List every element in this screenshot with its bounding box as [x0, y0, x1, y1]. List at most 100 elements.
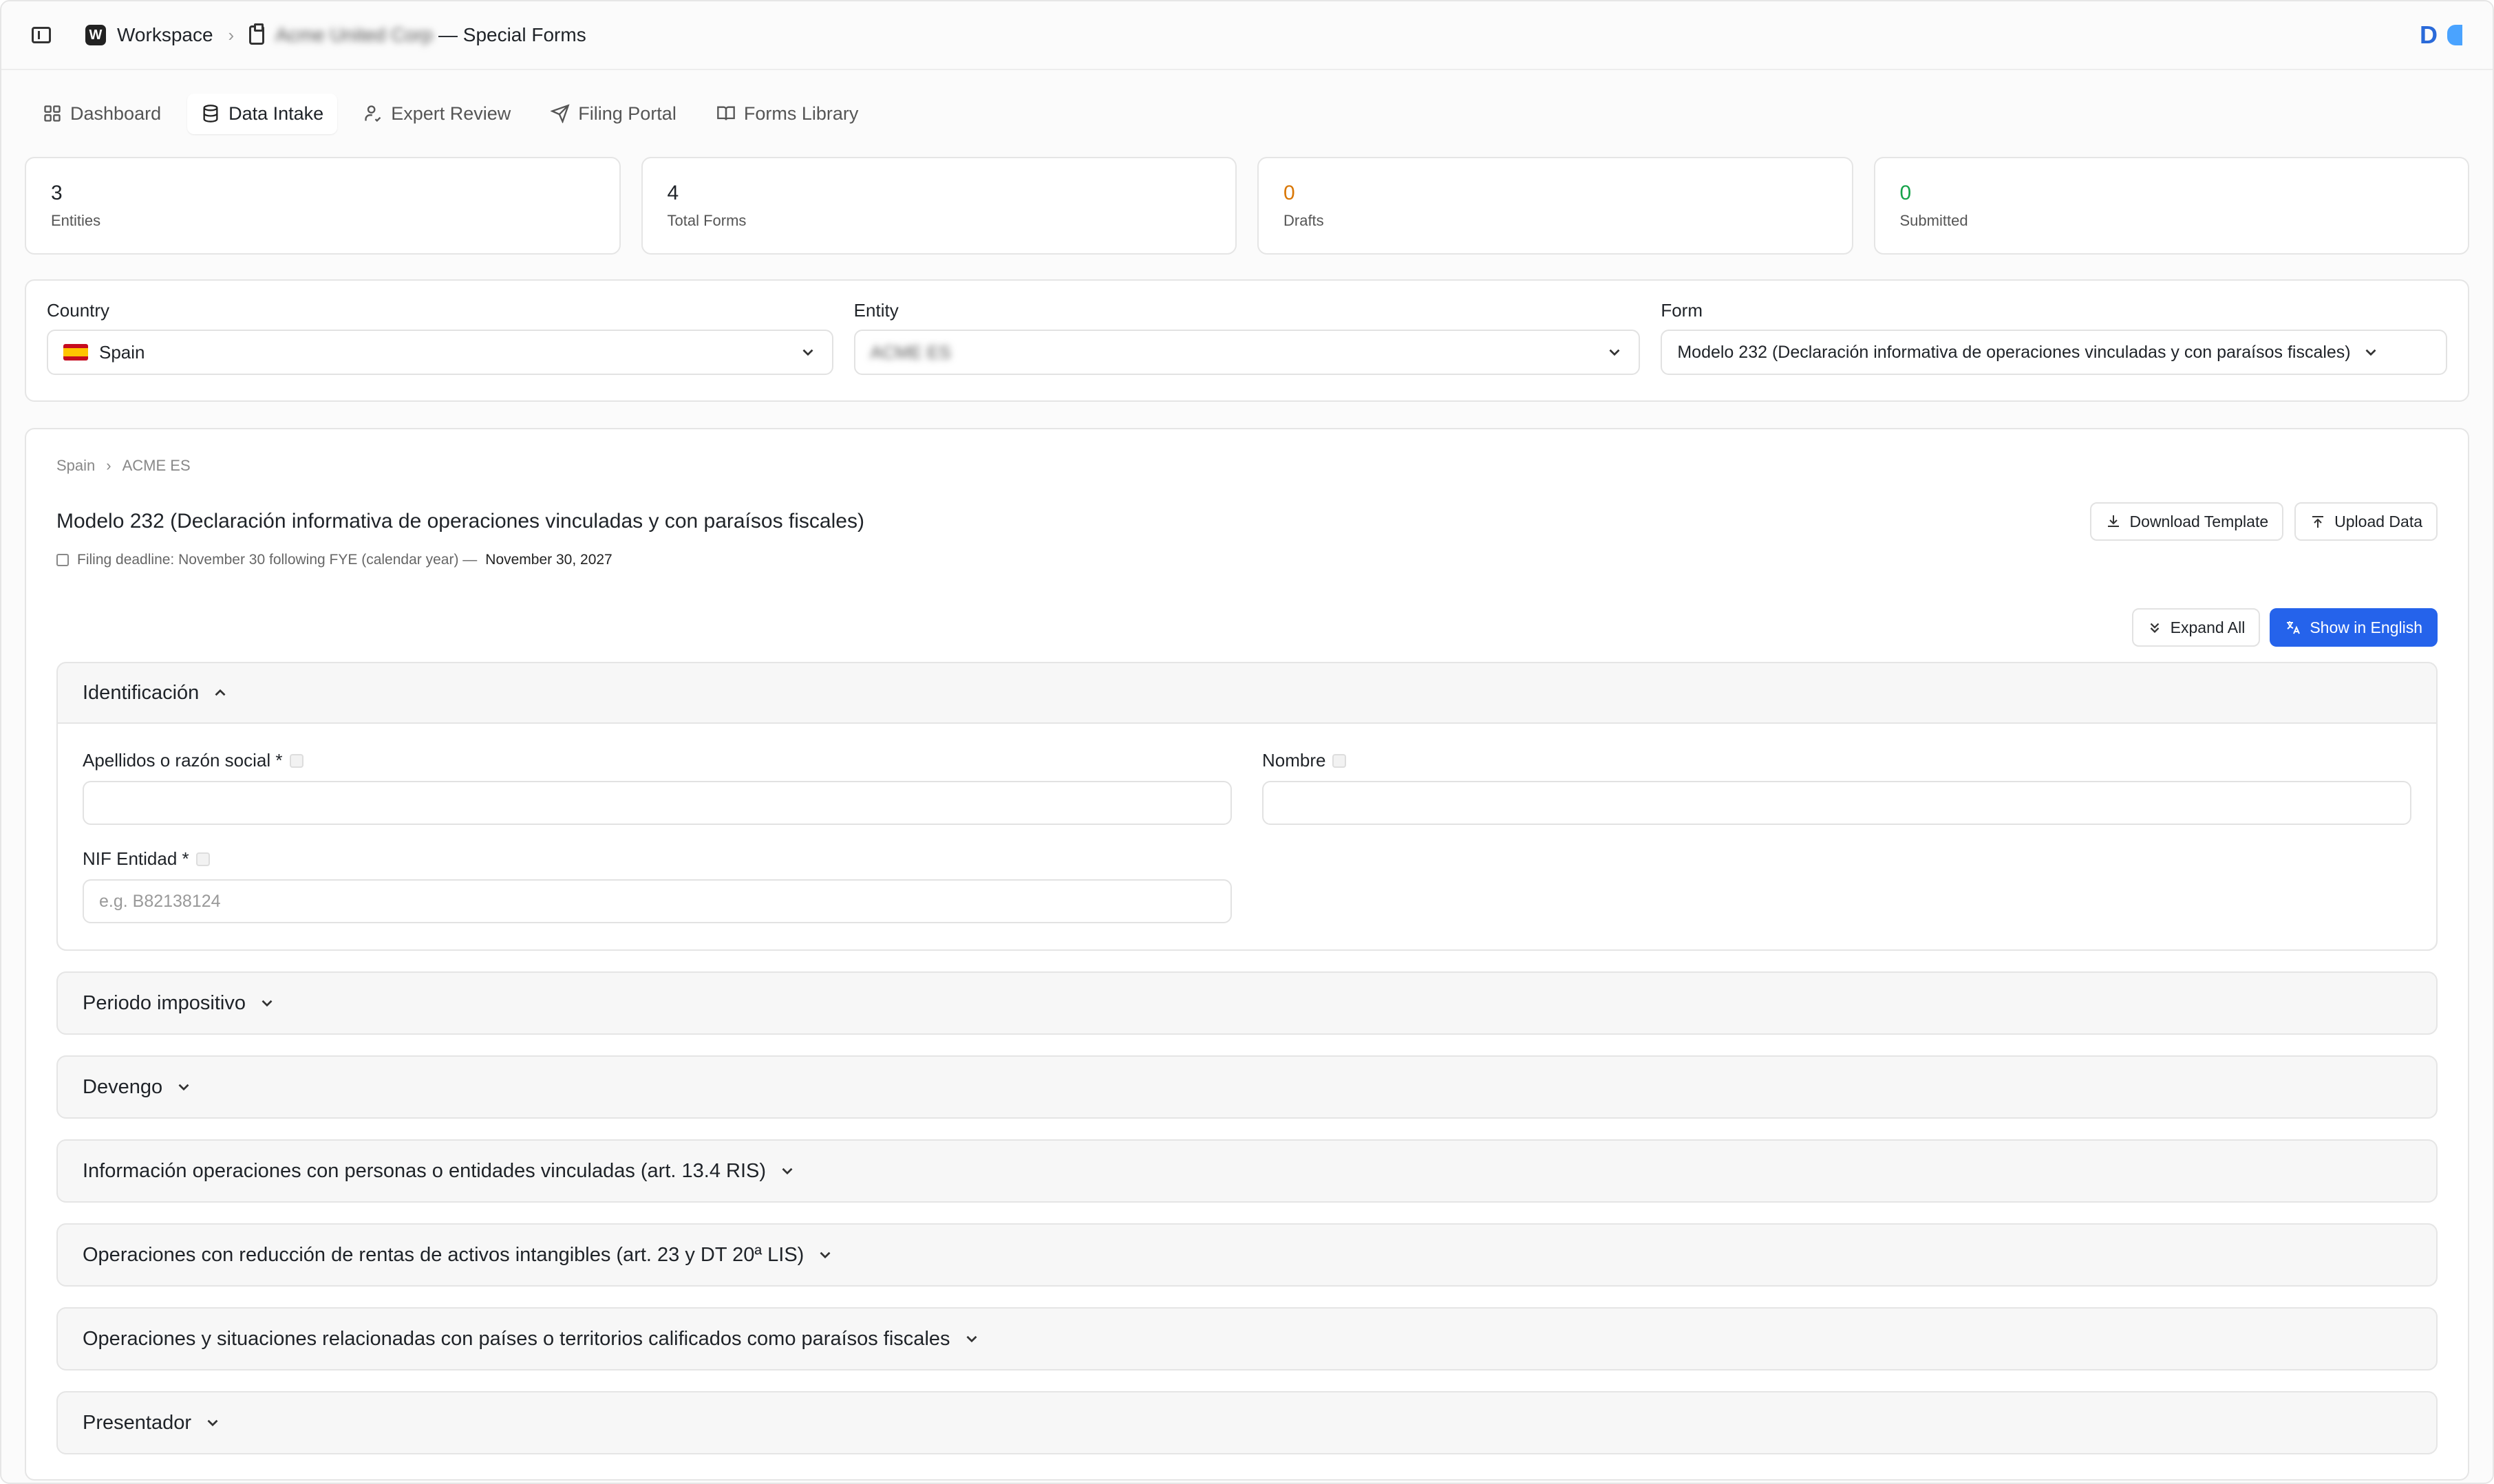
chevrons-down-icon — [2150, 623, 2159, 634]
avatar[interactable] — [2447, 25, 2462, 45]
chevron-down-icon — [2365, 349, 2376, 356]
section-activos-intangibles[interactable]: Operaciones con reducción de rentas de a… — [56, 1223, 2438, 1287]
info-checkbox-icon[interactable] — [1332, 753, 1347, 768]
tab-expert-review[interactable]: Expert Review — [350, 94, 524, 134]
empty-column — [1262, 848, 2411, 923]
stat-value: 4 — [667, 182, 679, 204]
stat-value: 3 — [51, 182, 63, 204]
tab-data-intake[interactable]: Data Intake — [187, 93, 338, 134]
spain-flag-icon — [63, 344, 88, 361]
chevron-up-icon — [215, 689, 226, 696]
download-template-button[interactable]: Download Template — [2089, 502, 2284, 541]
nombre-field: Nombre — [1262, 750, 2411, 825]
section-header[interactable]: Operaciones con reducción de rentas de a… — [58, 1225, 2436, 1285]
tab-label: Forms Library — [743, 103, 859, 124]
form-label: Form — [1661, 300, 1703, 321]
upload-label: Upload Data — [2334, 512, 2422, 530]
chevron-down-icon — [1609, 349, 1620, 356]
nombre-label: Nombre — [1262, 750, 1326, 771]
country-select[interactable]: Spain — [47, 330, 833, 375]
section-header[interactable]: Operaciones y situaciones relacionadas c… — [58, 1309, 2436, 1369]
chevron-down-icon — [802, 349, 813, 356]
entity-label: Entity — [853, 300, 899, 321]
section-title: Presentador — [83, 1411, 191, 1434]
translate-label: Show in English — [2310, 618, 2422, 636]
form-breadcrumb: Spain › ACME ES — [56, 457, 2438, 475]
entity-value: ACME ES — [870, 341, 951, 363]
nif-input[interactable]: e.g. B82138124 — [83, 879, 1232, 923]
info-checkbox-icon[interactable] — [289, 753, 303, 768]
section-header[interactable]: Devengo — [58, 1057, 2436, 1117]
stat-value: 0 — [1283, 182, 1295, 204]
dashboard-icon — [44, 105, 61, 122]
section-title: Devengo — [83, 1075, 163, 1098]
breadcrumb-entity[interactable]: ACME ES — [122, 457, 191, 475]
section-body: Apellidos o razón social * Nombre NIF En… — [58, 724, 2436, 949]
nif-label: NIF Entidad * — [83, 848, 189, 869]
chevron-down-icon — [178, 1084, 189, 1091]
form-card: Spain › ACME ES Modelo 232 (Declaración … — [25, 428, 2469, 1481]
show-in-english-button[interactable]: Show in English — [2270, 608, 2438, 647]
stat-value: 0 — [1899, 182, 1912, 204]
entity-select[interactable]: ACME ES — [853, 330, 1641, 375]
translate-icon — [2287, 621, 2301, 634]
workspace-link[interactable]: Workspace — [117, 24, 213, 46]
user-initial[interactable]: D — [2420, 21, 2438, 50]
deadline-date: November 30, 2027 — [485, 552, 612, 568]
chevron-right-icon: › — [228, 24, 235, 45]
section-title: Identificación — [83, 681, 200, 704]
fields-row: NIF Entidad * e.g. B82138124 — [83, 848, 2411, 923]
tab-filing-portal[interactable]: Filing Portal — [537, 94, 690, 134]
section-title: Información operaciones con personas o e… — [83, 1159, 767, 1182]
chevron-down-icon — [207, 1419, 218, 1427]
stat-drafts: 0 Drafts — [1257, 157, 1853, 255]
breadcrumb: W Workspace › Acme United Corp — Special… — [32, 23, 586, 46]
section-identificacion: Identificación Apellidos o razón social … — [56, 662, 2438, 951]
apellidos-input[interactable] — [83, 781, 1232, 825]
stat-label: Total Forms — [667, 212, 747, 229]
calendar-icon — [56, 554, 69, 566]
chevron-down-icon — [820, 1251, 831, 1259]
section-periodo-impositivo[interactable]: Periodo impositivo — [56, 971, 2438, 1035]
chevron-down-icon — [782, 1168, 793, 1175]
expand-all-button[interactable]: Expand All — [2131, 608, 2261, 647]
title-actions: Download Template Upload Data — [2089, 502, 2438, 541]
tab-label: Filing Portal — [578, 103, 676, 124]
country-value: Spain — [99, 341, 145, 363]
chevron-down-icon — [966, 1335, 977, 1343]
section-devengo[interactable]: Devengo — [56, 1055, 2438, 1119]
stat-submitted: 0 Submitted — [1873, 157, 2469, 255]
info-checkbox-icon[interactable] — [195, 852, 210, 866]
breadcrumb-country[interactable]: Spain — [56, 457, 95, 475]
nif-field: NIF Entidad * e.g. B82138124 — [83, 848, 1232, 923]
top-right-area: D — [2420, 21, 2462, 50]
tab-forms-library[interactable]: Forms Library — [703, 94, 873, 134]
client-name[interactable]: Acme United Corp — [275, 24, 433, 46]
section-header[interactable]: Identificación — [58, 663, 2436, 724]
title-row: Modelo 232 (Declaración informativa de o… — [56, 502, 2438, 541]
nombre-input[interactable] — [1262, 781, 2411, 825]
form-title: Modelo 232 (Declaración informativa de o… — [56, 510, 864, 533]
form-select-group: Form Modelo 232 (Declaración informativa… — [1661, 300, 2448, 381]
field-label: NIF Entidad * — [83, 848, 1232, 870]
section-header[interactable]: Periodo impositivo — [58, 973, 2436, 1033]
stat-label: Entities — [51, 212, 101, 229]
section-header[interactable]: Información operaciones con personas o e… — [58, 1141, 2436, 1201]
apellidos-label: Apellidos o razón social * — [83, 750, 283, 771]
field-label: Nombre — [1262, 750, 2411, 771]
upload-data-button[interactable]: Upload Data — [2294, 502, 2438, 541]
section-paraisos-fiscales[interactable]: Operaciones y situaciones relacionadas c… — [56, 1307, 2438, 1370]
sidebar-toggle-icon[interactable] — [32, 27, 51, 43]
tab-label: Data Intake — [228, 103, 324, 124]
stats-row: 3 Entities 4 Total Forms 0 Drafts 0 Subm… — [1, 157, 2493, 255]
section-title: Periodo impositivo — [83, 991, 246, 1014]
section-presentador[interactable]: Presentador — [56, 1391, 2438, 1454]
user-check-icon — [365, 105, 381, 122]
tab-dashboard[interactable]: Dashboard — [29, 94, 175, 134]
upload-icon — [2312, 516, 2324, 528]
section-operaciones-vinculadas[interactable]: Información operaciones con personas o e… — [56, 1139, 2438, 1203]
section-header[interactable]: Presentador — [58, 1392, 2436, 1453]
form-select[interactable]: Modelo 232 (Declaración informativa de o… — [1661, 330, 2448, 375]
book-icon — [716, 106, 735, 120]
app-window: W Workspace › Acme United Corp — Special… — [0, 0, 2494, 1484]
